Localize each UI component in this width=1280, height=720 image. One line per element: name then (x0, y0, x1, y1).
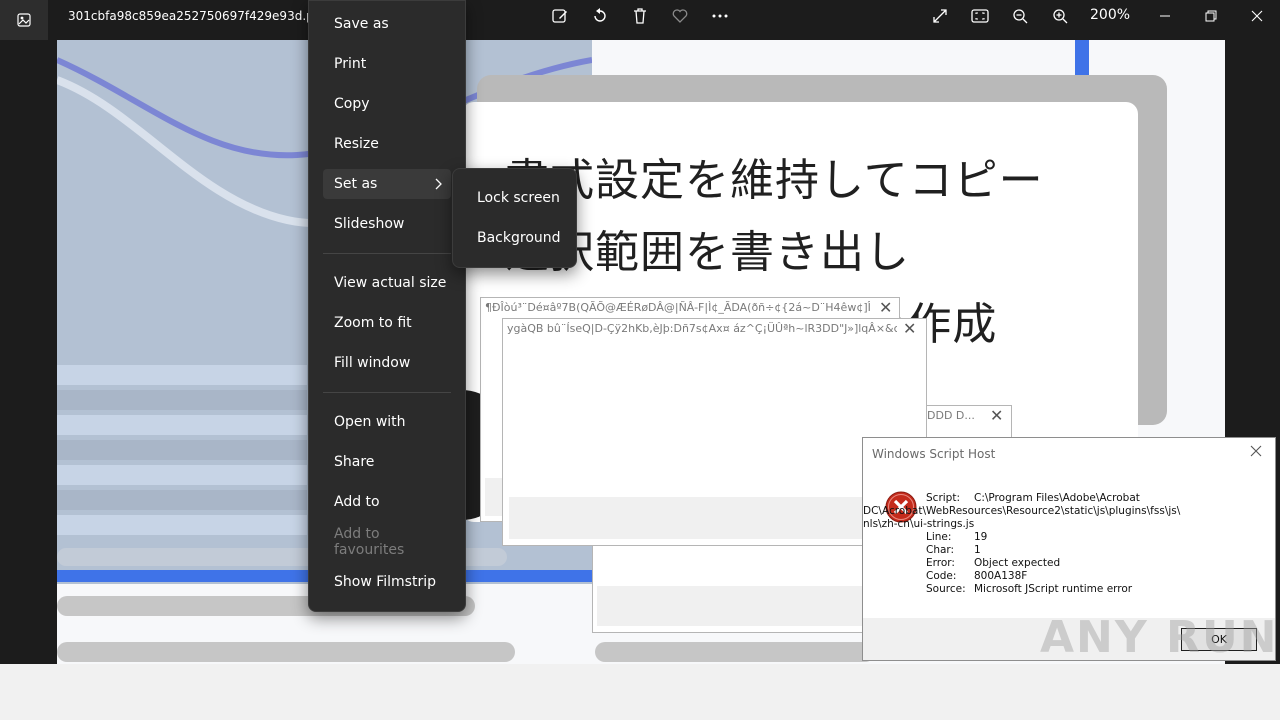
image-grey-bar (595, 642, 875, 662)
detail-value: C:\Program Files\Adobe\Acrobat (974, 492, 1140, 504)
zoom-in-icon[interactable] (1046, 4, 1074, 28)
image-grey-bar (57, 642, 515, 662)
dialog-title: DDD D... (927, 409, 975, 422)
submenu-item-lock-screen[interactable]: Lock screen (463, 183, 568, 213)
close-icon[interactable]: ✕ (879, 300, 892, 316)
detail-value: 1 (974, 544, 981, 556)
detail-key: Script: (926, 492, 960, 504)
context-menu: Save as Print Copy Resize Set as Slidesh… (308, 0, 466, 612)
detail-value: DC\Acrobat\WebResources\Resource2\static… (863, 505, 1181, 517)
error-details: Script: C:\Program Files\Adobe\Acrobat DC… (863, 492, 1180, 596)
menu-item-fill-window[interactable]: Fill window (323, 348, 451, 378)
restore-button[interactable] (1196, 4, 1226, 28)
close-icon[interactable]: ✕ (903, 321, 916, 337)
detail-key: Char: (926, 544, 955, 556)
rotate-icon[interactable] (586, 4, 614, 28)
bottom-area (0, 664, 1280, 720)
photos-app-icon[interactable] (0, 0, 48, 40)
menu-item-add-to-favourites: Add to favourites (334, 526, 405, 558)
menu-item-open-with[interactable]: Open with (323, 407, 451, 437)
detail-key: Source: (926, 583, 966, 595)
edit-icon[interactable] (546, 4, 574, 28)
fit-icon[interactable] (966, 4, 994, 28)
fullscreen-icon[interactable] (926, 4, 954, 28)
dialog-title: ygàQB bû¨ÍseQ|D-Çÿ2hKb,èJþ:Dñ7s¢Ax¤ áz^Ç… (507, 322, 897, 335)
delete-icon[interactable] (626, 4, 654, 28)
chevron-right-icon (435, 178, 442, 190)
photos-app-window: 301cbfa98c859ea252750697f429e93d.png 200… (0, 0, 1280, 664)
minimize-button[interactable] (1150, 4, 1180, 28)
menu-separator (323, 253, 451, 254)
dialog-title: ¶ÐÎòú³¨Dé¤âº7B(QÃÕ@ÆÉRøDÂ@|ÑÂ-F|Ì¢_ÃDA(ð… (485, 301, 870, 314)
menu-item-zoom-to-fit[interactable]: Zoom to fit (323, 308, 451, 338)
detail-key: Line: (926, 531, 952, 543)
title-bar: 301cbfa98c859ea252750697f429e93d.png 200… (0, 0, 1280, 40)
menu-separator (323, 392, 451, 393)
more-icon[interactable] (706, 4, 734, 28)
menu-item-slideshow[interactable]: Slideshow (323, 209, 451, 239)
zoom-level[interactable]: 200% (1090, 7, 1130, 23)
menu-item-resize[interactable]: Resize (323, 129, 451, 159)
menu-item-save-as[interactable]: Save as (323, 9, 451, 39)
menu-item-add-to[interactable]: Add to (323, 487, 451, 517)
image-text-line: 書式設定を維持してコピー (505, 155, 1044, 206)
detail-value: 19 (974, 531, 988, 543)
favorite-icon[interactable] (666, 4, 694, 28)
menu-item-set-as[interactable]: Set as (323, 169, 451, 199)
close-icon[interactable] (1249, 444, 1263, 458)
detail-key: Error: (926, 557, 955, 569)
menu-item-label: Set as (334, 176, 378, 192)
anyrun-watermark: ANY RUN (1040, 612, 1279, 663)
close-button[interactable] (1242, 4, 1272, 28)
detail-value: 800A138F (974, 570, 1028, 582)
submenu-item-background[interactable]: Background (463, 223, 568, 253)
detail-key: Code: (926, 570, 957, 582)
menu-item-view-actual-size[interactable]: View actual size (323, 268, 451, 298)
file-name: 301cbfa98c859ea252750697f429e93d.png (68, 9, 329, 23)
menu-item-share[interactable]: Share (323, 447, 451, 477)
menu-item-show-filmstrip[interactable]: Show Filmstrip (323, 567, 451, 597)
menu-item-print[interactable]: Print (323, 49, 451, 79)
dialog-footer (509, 497, 921, 539)
zoom-out-icon[interactable] (1006, 4, 1034, 28)
close-icon[interactable]: ✕ (990, 408, 1003, 424)
detail-value: Object expected (974, 557, 1061, 569)
dialog-title: Windows Script Host (872, 447, 996, 461)
menu-item-copy[interactable]: Copy (323, 89, 451, 119)
detail-value: Microsoft JScript runtime error (974, 583, 1133, 595)
detail-value: nls\zh-cn\ui-strings.js (863, 518, 975, 530)
set-as-submenu: Lock screen Background (452, 168, 577, 268)
